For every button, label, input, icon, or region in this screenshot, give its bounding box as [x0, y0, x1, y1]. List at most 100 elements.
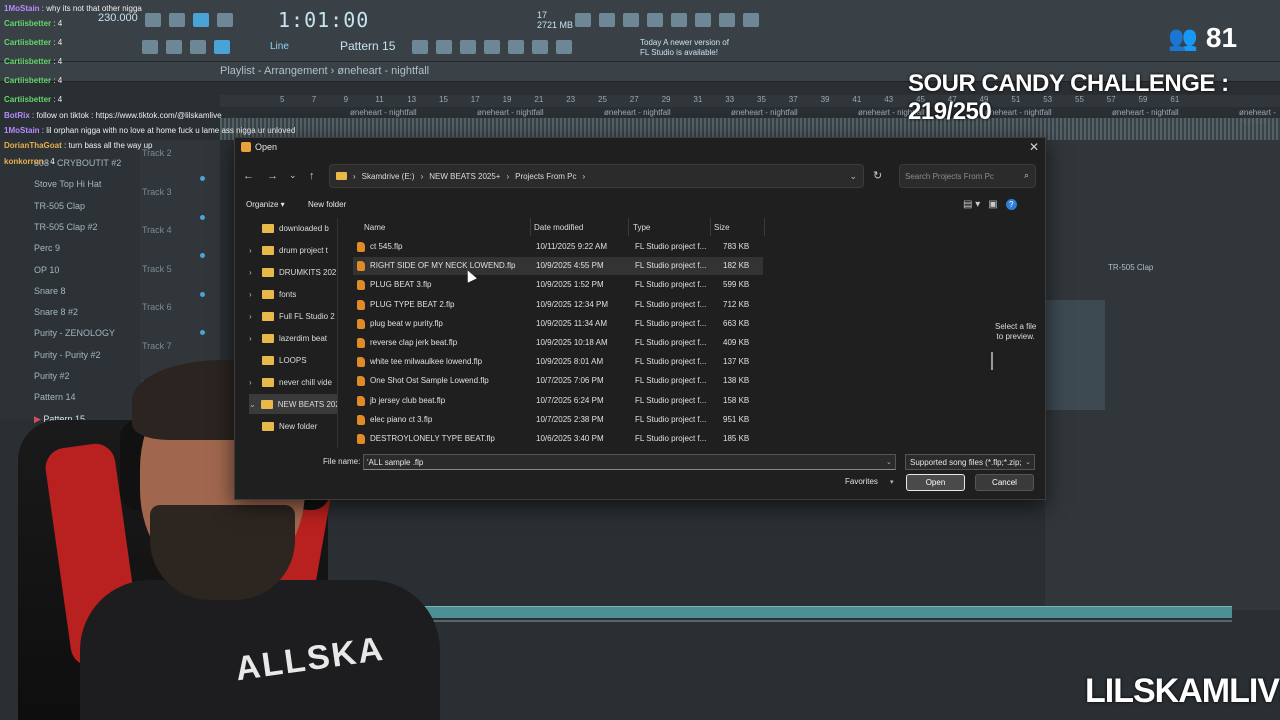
channel-item[interactable]: OP 10	[34, 265, 59, 275]
pencil-icon[interactable]	[190, 40, 206, 54]
chevron-down-icon[interactable]: ⌄	[886, 458, 892, 466]
file-row[interactable]: plug beat w purity.flp 10/9/2025 11:34 AM…	[353, 315, 763, 333]
plugin-icon[interactable]	[695, 13, 711, 27]
play-arrow-icon[interactable]	[166, 40, 182, 54]
pattern-clip[interactable]	[1045, 300, 1105, 410]
track-mute-dot[interactable]	[200, 291, 205, 297]
column-divider[interactable]	[530, 218, 531, 236]
wait-icon[interactable]	[169, 13, 185, 27]
breadcrumb-drive[interactable]: Skamdrive (E:)	[362, 172, 415, 181]
forward-icon[interactable]: →	[267, 170, 278, 182]
channel-item[interactable]: Pattern 14	[34, 392, 76, 402]
column-divider[interactable]	[628, 218, 629, 236]
tree-folder-item[interactable]: › DRUMKITS 202	[249, 262, 338, 282]
browser-view-icon[interactable]	[508, 40, 524, 54]
help-icon[interactable]	[647, 13, 663, 27]
column-divider[interactable]	[764, 218, 765, 236]
track-mute-dot[interactable]	[200, 214, 205, 220]
address-bar[interactable]: › Skamdrive (E:) › NEW BEATS 2025+ › Pro…	[329, 164, 864, 188]
download-icon[interactable]	[743, 13, 759, 27]
column-type[interactable]: Type	[633, 218, 650, 236]
mic-icon[interactable]	[623, 13, 639, 27]
undo-icon[interactable]	[575, 13, 591, 27]
channel-item[interactable]: Purity #2	[34, 371, 70, 381]
open-button[interactable]: Open	[906, 474, 965, 491]
channel-item[interactable]: Stove Top Hi Hat	[34, 179, 101, 189]
file-row[interactable]: PLUG TYPE BEAT 2.flp 10/9/2025 12:34 PM FL…	[353, 296, 763, 314]
track-label[interactable]: Track 7	[142, 341, 172, 351]
tree-folder-item[interactable]: › never chill vide	[249, 372, 338, 392]
channel-item[interactable]: TR-505 Clap #2	[34, 222, 98, 232]
file-row[interactable]: RIGHT SIDE OF MY NECK LOWEND.flp 10/9/202…	[353, 257, 763, 276]
tree-folder-item[interactable]: downloaded b	[249, 218, 338, 238]
file-row[interactable]: One Shot Ost Sample Lowend.flp 10/7/2025 …	[353, 372, 763, 390]
playlist-icon[interactable]	[412, 40, 428, 54]
chat-icon[interactable]	[719, 13, 735, 27]
loop-icon[interactable]	[217, 13, 233, 27]
chevron-icon[interactable]: ›	[249, 268, 257, 277]
track-mute-dot[interactable]	[200, 253, 205, 258]
file-row[interactable]: elec piano ct 3.flp 10/7/2025 2:38 PM FL S…	[353, 411, 763, 429]
browser-icon[interactable]	[671, 13, 687, 27]
file-row[interactable]: DESTROYLONELY TYPE BEAT.flp 10/6/2025 3:4…	[353, 430, 763, 448]
plugin-picker-icon[interactable]	[532, 40, 548, 54]
tree-folder-item[interactable]: › fonts	[249, 284, 338, 304]
file-row[interactable]: ct 545.flp 10/11/2025 9:22 AM FL Studio pr…	[353, 238, 763, 256]
chevron-icon[interactable]: ⌄	[249, 400, 256, 409]
metronome-icon[interactable]	[145, 13, 161, 27]
record-mode-icon[interactable]	[193, 13, 209, 27]
file-name-input[interactable]	[363, 454, 896, 470]
pattern-selector[interactable]: Pattern 15	[340, 39, 395, 53]
channel-item[interactable]: TR-505 Clap	[34, 201, 85, 211]
channel-item[interactable]: Perc 9	[34, 243, 60, 253]
file-row[interactable]: reverse clap jerk beat.flp 10/9/2025 10:1…	[353, 334, 763, 352]
search-icon[interactable]: ⌕	[1024, 170, 1029, 181]
tree-folder-item[interactable]: New folder	[249, 416, 338, 436]
tree-folder-item[interactable]: ⌄ NEW BEATS 202	[249, 394, 338, 414]
mixer-view-icon[interactable]	[436, 40, 452, 54]
chevron-icon[interactable]: ›	[249, 378, 257, 387]
piano-roll-icon[interactable]	[460, 40, 476, 54]
organize-button[interactable]: Organize ▾	[246, 200, 285, 209]
track-label[interactable]: Track 4	[142, 225, 172, 235]
track-mute-dot[interactable]	[200, 330, 205, 335]
help-icon[interactable]: ?	[1005, 199, 1017, 210]
track-label[interactable]: Track 6	[142, 302, 172, 312]
column-divider[interactable]	[710, 218, 711, 236]
channel-item[interactable]: Snare 8	[34, 286, 66, 296]
breadcrumb-current[interactable]: Projects From Pc	[515, 172, 576, 181]
search-input[interactable]	[905, 169, 1015, 184]
refresh-icon[interactable]: ↻	[873, 169, 882, 182]
file-type-select[interactable]: Supported song files (*.flp;*.zip; ⌄	[905, 454, 1035, 470]
mixer-icon[interactable]	[599, 13, 615, 27]
close-icon[interactable]: ✕	[1029, 140, 1039, 154]
tree-folder-item[interactable]: › Full FL Studio 2	[249, 306, 338, 326]
touch-icon[interactable]	[556, 40, 572, 54]
channel-item[interactable]: Purity - ZENOLOGY	[34, 328, 115, 338]
column-name[interactable]: Name	[364, 218, 385, 236]
favorites-button[interactable]: Favorites	[845, 477, 878, 486]
chevron-icon[interactable]: ›	[249, 246, 257, 255]
channel-rack-icon[interactable]	[484, 40, 500, 54]
up-folder-icon[interactable]: ↑	[309, 170, 315, 182]
chevron-down-icon[interactable]: ▾	[890, 478, 894, 486]
track-mute-dot[interactable]	[200, 176, 205, 181]
chevron-icon[interactable]: ›	[249, 334, 257, 343]
address-dropdown-icon[interactable]: ⌄	[849, 171, 857, 182]
file-row[interactable]: PLUG BEAT 3.flp 10/9/2025 1:52 PM FL Studi…	[353, 276, 763, 294]
scrollbar[interactable]	[991, 352, 993, 370]
column-date[interactable]: Date modified	[534, 218, 583, 236]
track-label[interactable]: Track 3	[142, 187, 172, 197]
track-label[interactable]: Track 5	[142, 264, 172, 274]
tempo-display[interactable]: 230.000	[98, 12, 138, 24]
channel-item[interactable]: Snare 8 #2	[34, 307, 78, 317]
snap-select[interactable]: Line	[270, 41, 289, 52]
piano-icon[interactable]	[142, 40, 158, 54]
file-row[interactable]: white tee milwaulkee lowend.flp 10/9/2025…	[353, 353, 763, 371]
file-row[interactable]: jb jersey club beat.flp 10/7/2025 6:24 PM…	[353, 392, 763, 410]
chevron-icon[interactable]: ›	[249, 290, 257, 299]
new-folder-button[interactable]: New folder	[308, 200, 346, 209]
tree-folder-item[interactable]: › drum project t	[249, 240, 338, 260]
tree-folder-item[interactable]: › lazerdim beat	[249, 328, 338, 348]
news-panel[interactable]: Today A newer version of FL Studio is av…	[640, 38, 729, 58]
